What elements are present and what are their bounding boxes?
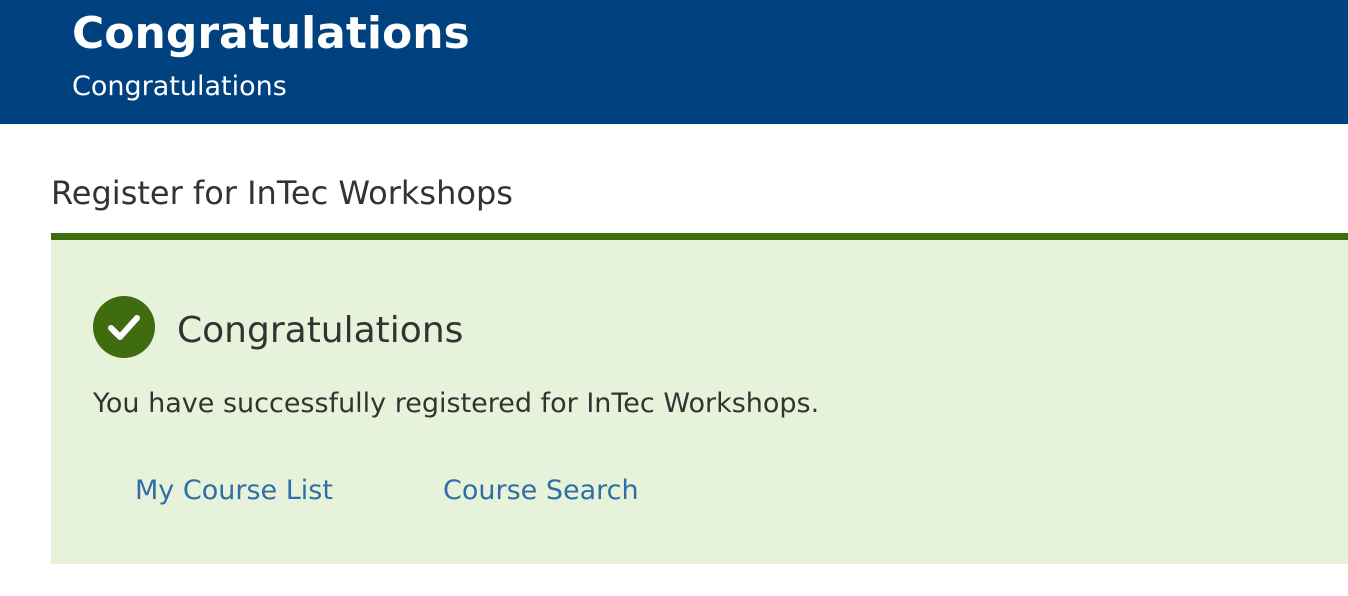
section-heading: Register for InTec Workshops	[51, 174, 513, 212]
success-alert: Congratulations You have successfully re…	[51, 233, 1348, 564]
course-search-link[interactable]: Course Search	[443, 472, 639, 510]
check-circle-icon	[93, 296, 155, 358]
page-title: Congratulations	[72, 8, 470, 59]
alert-title: Congratulations	[177, 310, 464, 351]
page-header: Congratulations Congratulations	[0, 0, 1348, 124]
page-subtitle: Congratulations	[72, 71, 287, 102]
alert-message: You have successfully registered for InT…	[93, 388, 820, 419]
my-course-list-link[interactable]: My Course List	[135, 472, 333, 510]
